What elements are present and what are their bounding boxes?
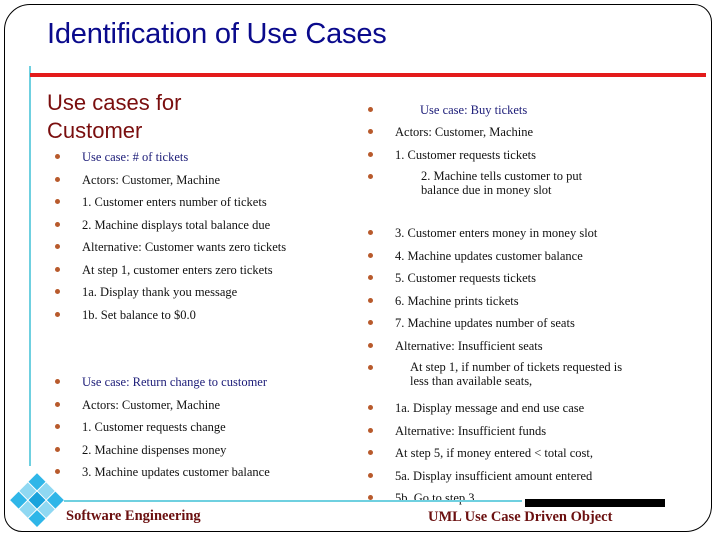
- footer-course-name: Software Engineering: [66, 508, 201, 524]
- bullet-icon: [368, 472, 373, 478]
- decorative-tile-logo-icon: [10, 473, 64, 528]
- title-underline: [30, 73, 706, 77]
- bullet-icon: [368, 174, 373, 179]
- bullet-icon: [368, 129, 373, 134]
- footer-book-title: UML Use Case Driven Object: [428, 509, 613, 525]
- bullet-icon: [55, 401, 60, 407]
- decorative-vertical-line: [29, 66, 31, 466]
- bullet-icon: [368, 405, 373, 410]
- bullet-icon: [368, 107, 373, 112]
- bullet-icon: [368, 252, 373, 258]
- footer-black-bar: [525, 499, 665, 507]
- bullet-icon: [368, 450, 373, 455]
- bullet-icon: [368, 320, 373, 325]
- bullet-icon: [55, 244, 60, 249]
- bullet-icon: [368, 151, 373, 157]
- bullet-icon: [55, 266, 60, 272]
- bullet-icon: [368, 230, 373, 235]
- bullet-icon: [55, 379, 60, 384]
- footer-divider: [64, 500, 522, 502]
- section-heading: Use cases for Customer: [47, 89, 182, 145]
- bullet-icon: [368, 427, 373, 433]
- bullet-icon: [55, 176, 60, 182]
- section-heading-line1: Use cases for: [47, 90, 182, 115]
- bullet-icon: [55, 311, 60, 317]
- bullet-icon: [368, 365, 373, 370]
- bullet-icon: [55, 154, 60, 159]
- bullet-icon: [55, 199, 60, 204]
- bullet-icon: [55, 289, 60, 294]
- bullet-icon: [368, 297, 373, 303]
- bullet-icon: [368, 342, 373, 348]
- bullet-icon: [55, 221, 60, 227]
- bullet-icon: [55, 424, 60, 429]
- bullet-icon: [368, 275, 373, 280]
- section-heading-line2: Customer: [47, 118, 143, 143]
- slide-title: Identification of Use Cases: [47, 18, 387, 50]
- bullet-icon: [55, 446, 60, 452]
